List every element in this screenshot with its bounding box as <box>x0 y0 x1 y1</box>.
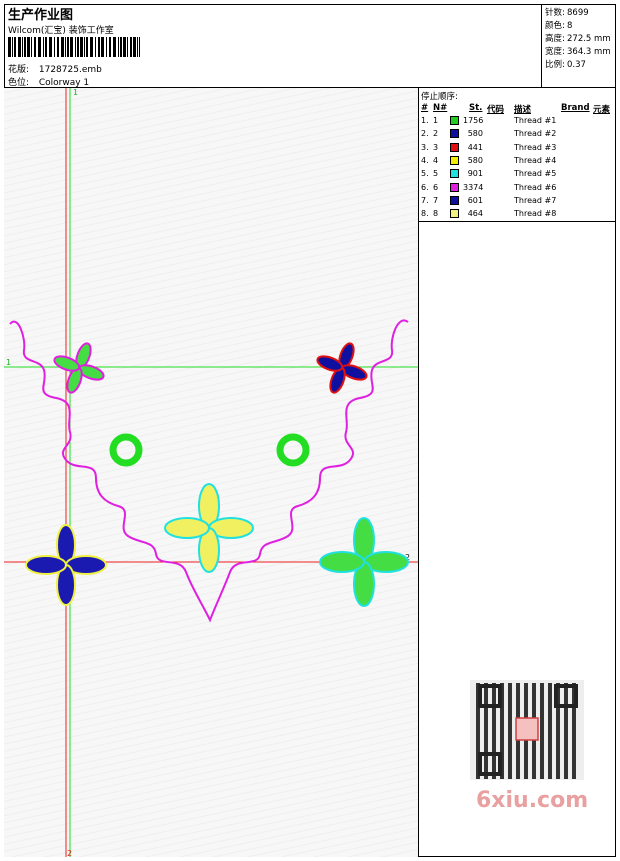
sequence-row: 5. 5 901 Thread #5 <box>419 169 616 182</box>
seq-needle: 3 <box>433 142 439 152</box>
flower-bottom-right <box>319 517 409 607</box>
seq-needle: 6 <box>433 182 439 192</box>
seq-num: 8. <box>421 209 429 219</box>
flower-top-right <box>316 342 368 394</box>
seq-num: 1. <box>421 116 429 125</box>
thread-swatch <box>450 169 459 179</box>
sequence-row: 7. 7 601 Thread #7 <box>419 195 616 209</box>
thread-swatch <box>450 116 459 125</box>
sequence-row: 1. 1 1756 Thread #1 <box>419 116 616 129</box>
stat-width: 宽度: 364.3 mm <box>545 47 611 57</box>
stop-sequence-title: 停止顺序: <box>421 92 458 102</box>
seq-num: 4. <box>421 155 429 165</box>
seq-needle: 1 <box>433 116 439 125</box>
design-preview[interactable]: 1 2 1 2 <box>4 88 419 857</box>
watermark-logo: 6xiu.com <box>476 788 589 813</box>
seq-stitches: 1756 <box>463 116 484 125</box>
seq-stitches: 580 <box>467 129 483 139</box>
stop-sequence-panel: 停止顺序: # N# St. 代码 描述 Brand 元素 1. 1 1756 Thr… <box>419 88 616 222</box>
flower-center <box>164 483 254 573</box>
sequence-row: 6. 6 3374 Thread #6 <box>419 182 616 196</box>
guide-label-v1: 1 <box>73 88 78 97</box>
embroidery-canvas: 1 2 1 2 <box>4 88 418 857</box>
design-label: 花版: <box>8 65 30 75</box>
stat-height: 高度: 272.5 mm <box>545 34 611 44</box>
seq-needle: 2 <box>433 129 439 139</box>
color-value: Colorway 1 <box>38 78 90 88</box>
thread-swatch <box>450 195 459 205</box>
stat-colors: 颜色: 8 <box>545 21 573 31</box>
sequence-row: 3. 3 441 Thread #3 <box>419 142 616 156</box>
company-name: Wilcom(汇宝) 装饰工作室 <box>8 26 114 36</box>
seq-num: 5. <box>421 169 429 179</box>
col-brand: Brand <box>561 103 590 113</box>
seq-desc: Thread #1 <box>514 116 557 125</box>
guide-label-v2: 2 <box>67 849 72 857</box>
seq-desc: Thread #6 <box>514 182 557 192</box>
page-title: 生产作业图 <box>8 8 74 23</box>
sequence-row: 8. 8 464 Thread #8 <box>419 209 616 222</box>
stat-stitches: 针数: 8699 <box>545 8 589 18</box>
guide-label-h1: 1 <box>6 358 11 367</box>
seq-needle: 8 <box>433 209 439 219</box>
seq-num: 7. <box>421 195 429 205</box>
color-label: 色位: <box>8 78 30 88</box>
seq-stitches: 3374 <box>463 182 484 192</box>
thread-swatch <box>450 142 459 152</box>
thread-swatch <box>450 129 459 139</box>
flower-top-left <box>53 342 105 394</box>
design-file: 花版: 1728725.emb <box>8 62 102 75</box>
thread-swatch <box>450 209 459 219</box>
qr-code <box>470 680 584 780</box>
seq-num: 3. <box>421 142 429 152</box>
col-n: N# <box>433 103 448 113</box>
flower-bottom-left <box>25 524 107 606</box>
seq-desc: Thread #8 <box>514 209 557 219</box>
seq-desc: Thread #4 <box>514 155 557 165</box>
colorway: 色位: Colorway 1 <box>8 75 89 88</box>
green-ring-right <box>276 433 310 467</box>
barcode <box>8 37 140 57</box>
seq-stitches: 580 <box>467 155 483 165</box>
seq-desc: Thread #7 <box>514 195 557 205</box>
green-ring-left <box>109 433 143 467</box>
col-element: 元素 <box>593 105 611 115</box>
seq-stitches: 601 <box>467 195 483 205</box>
col-desc: 描述 <box>514 105 532 115</box>
stat-scale: 比例: 0.37 <box>545 60 586 70</box>
col-code: 代码 <box>487 105 505 115</box>
seq-desc: Thread #2 <box>514 129 557 139</box>
design-value: 1728725.emb <box>38 65 102 75</box>
seq-needle: 7 <box>433 195 439 205</box>
col-st: St. <box>469 103 483 113</box>
seq-desc: Thread #5 <box>514 169 557 179</box>
thread-swatch <box>450 155 459 165</box>
seq-needle: 4 <box>433 155 439 165</box>
seq-num: 6. <box>421 182 429 192</box>
seq-stitches: 901 <box>467 169 483 179</box>
seq-stitches: 464 <box>467 209 483 219</box>
sequence-row: 2. 2 580 Thread #2 <box>419 129 616 142</box>
seq-desc: Thread #3 <box>514 142 557 152</box>
seq-num: 2. <box>421 129 429 139</box>
thread-swatch <box>450 182 459 192</box>
seq-stitches: 441 <box>467 142 483 152</box>
seq-needle: 5 <box>433 169 439 179</box>
col-num: # <box>421 103 429 113</box>
sequence-row: 4. 4 580 Thread #4 <box>419 155 616 169</box>
